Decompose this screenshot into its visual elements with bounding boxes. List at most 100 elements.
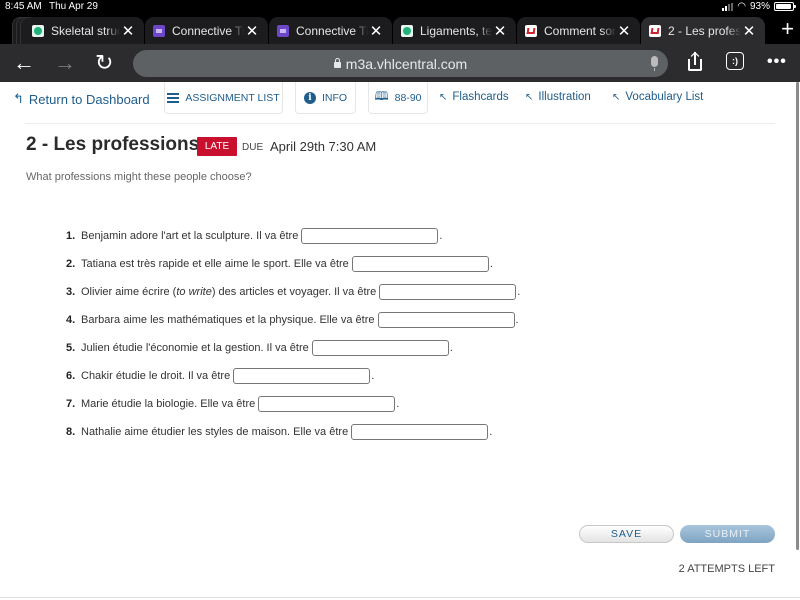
reply-arrow-icon: ↰ (13, 91, 24, 106)
textbook-pages-button[interactable]: 🕮 88-90 (368, 82, 428, 114)
tab-label: Connective Tissue (296, 23, 368, 38)
divider (25, 123, 775, 124)
close-tab-icon[interactable]: ✕ (120, 22, 136, 40)
period: . (489, 258, 493, 270)
question-text: Benjamin adore l'art et la sculpture. Il… (81, 230, 299, 242)
question-text: ) des articles et voyager. Il va être (211, 286, 377, 298)
info-button[interactable]: i INFO (295, 82, 356, 114)
date: Thu Apr 29 (49, 1, 98, 12)
book-icon: 🕮 (374, 89, 389, 103)
question-text: Nathalie aime étudier les styles de mais… (81, 426, 349, 438)
tab-strip: Skeletal structure ✕ Connective Tissue ✕… (0, 14, 800, 44)
back-button[interactable]: ← (13, 50, 35, 76)
tab-skeletal-structure[interactable]: Skeletal structure ✕ (24, 17, 144, 44)
close-tab-icon[interactable]: ✕ (368, 22, 384, 40)
answer-input-5[interactable] (311, 340, 449, 356)
question-number: 6. (66, 370, 76, 382)
question-number: 1. (66, 230, 76, 242)
new-tab-button[interactable]: + (781, 18, 794, 40)
page-title: 2 - Les professions (26, 134, 200, 155)
close-tab-icon[interactable]: ✕ (492, 22, 508, 40)
page-scrollbar[interactable] (796, 82, 799, 550)
more-menu-icon[interactable]: ••• (767, 53, 787, 71)
assignment-list-button[interactable]: ASSIGNMENT LIST (164, 82, 283, 114)
submit-button[interactable]: SUBMIT (680, 525, 775, 543)
forward-button[interactable]: → (54, 50, 76, 76)
illustration-link[interactable]: ↖ Illustration (525, 91, 591, 103)
question-number: 8. (66, 426, 76, 438)
status-bar: 8:45 AM Thu Apr 29 ◠ 93% (0, 0, 800, 14)
reader-mode-icon[interactable]: :) (726, 52, 744, 70)
question-number: 4. (66, 314, 76, 326)
question-text: Julien étudie l'économie et la gestion. … (81, 342, 309, 354)
late-badge: LATE (197, 137, 237, 156)
info-label: INFO (321, 91, 348, 104)
save-button[interactable]: SAVE (579, 525, 674, 543)
lock-icon (333, 57, 341, 68)
question-number: 3. (66, 286, 76, 298)
flashcards-label: Flashcards (452, 91, 509, 103)
battery-percent: 93% (749, 1, 770, 12)
return-label: Return to Dashboard (28, 91, 150, 107)
tab-connective-tissue-2[interactable]: Connective Tissue ✕ (269, 17, 392, 44)
question-3: 3. Olivier aime écrire (to write) des ar… (66, 283, 520, 301)
reload-button[interactable]: ↻ (95, 50, 113, 76)
question-4: 4. Barbara aime les mathématiques et la … (66, 311, 519, 329)
flashcards-link[interactable]: ↖ Flashcards (439, 91, 509, 103)
period: . (489, 426, 493, 438)
url-text: m3a.vhlcentral.com (345, 55, 468, 72)
period: . (439, 230, 443, 242)
question-1: 1. Benjamin adore l'art et la sculpture.… (66, 227, 442, 245)
question-number: 7. (66, 398, 76, 410)
close-tab-icon[interactable]: ✕ (244, 22, 260, 40)
battery-fill (776, 4, 791, 9)
period: . (371, 370, 375, 382)
address-bar[interactable]: m3a.vhlcentral.com (133, 50, 668, 77)
answer-input-1[interactable] (301, 228, 439, 244)
tab-label: 2 - Les professions (668, 23, 741, 38)
answer-input-2[interactable] (351, 256, 489, 272)
battery-icon (774, 2, 796, 11)
attempts-left: 2 ATTEMPTS LEFT (678, 563, 775, 575)
due-date: April 29th 7:30 AM (270, 139, 377, 154)
status-right: ◠ 93% (722, 1, 796, 12)
instructions: What professions might these people choo… (26, 171, 252, 183)
browser-toolbar: ← → ↻ m3a.vhlcentral.com :) ••• (0, 44, 800, 82)
period: . (515, 314, 519, 326)
answer-input-6[interactable] (233, 368, 371, 384)
answer-input-4[interactable] (377, 312, 515, 328)
pages-label: 88-90 (394, 91, 422, 104)
answer-input-7[interactable] (258, 396, 396, 412)
purple-favicon-icon (277, 24, 289, 37)
divider (0, 597, 800, 598)
question-text: Barbara aime les mathématiques et la phy… (81, 314, 375, 326)
vocabulary-list-link[interactable]: ↖ Vocabulary List (612, 91, 703, 103)
close-tab-icon[interactable]: ✕ (616, 22, 632, 40)
cellular-signal-icon (722, 2, 734, 11)
question-translation: to write (176, 286, 212, 298)
answer-input-8[interactable] (351, 424, 489, 440)
ipad-browser-screen: 8:45 AM Thu Apr 29 ◠ 93% Skeletal struct… (0, 0, 800, 600)
green-check-favicon-icon (401, 24, 413, 37)
tab-connective-tissue-1[interactable]: Connective Tissue ✕ (145, 17, 268, 44)
microphone-icon[interactable] (651, 56, 658, 71)
purple-favicon-icon (153, 24, 165, 37)
question-6: 6. Chakir étudie le droit. Il va être . (66, 367, 374, 385)
return-to-dashboard-link[interactable]: ↰ Return to Dashboard (13, 91, 150, 107)
tab-label: Skeletal structure (51, 23, 120, 38)
question-5: 5. Julien étudie l'économie et la gestio… (66, 339, 453, 357)
info-icon: i (303, 91, 316, 104)
tab-les-professions[interactable]: 2 - Les professions ✕ (641, 17, 765, 44)
close-tab-icon[interactable]: ✕ (741, 22, 757, 40)
answer-input-3[interactable] (379, 284, 517, 300)
tab-label: Comment sont (544, 23, 616, 38)
assignment-nav: ↰ Return to Dashboard ASSIGNMENT LIST i … (0, 82, 790, 114)
question-2: 2. Tatiana est très rapide et elle aime … (66, 255, 493, 273)
tab-comment-sont[interactable]: Comment sont ✕ (517, 17, 640, 44)
external-arrow-icon: ↖ (612, 91, 621, 103)
tab-ligaments[interactable]: Ligaments, tendons ✕ (393, 17, 516, 44)
assignment-list-label: ASSIGNMENT LIST (185, 91, 280, 104)
question-text: Tatiana est très rapide et elle aime le … (81, 258, 349, 270)
external-arrow-icon: ↖ (525, 91, 534, 103)
share-icon[interactable] (687, 51, 703, 72)
